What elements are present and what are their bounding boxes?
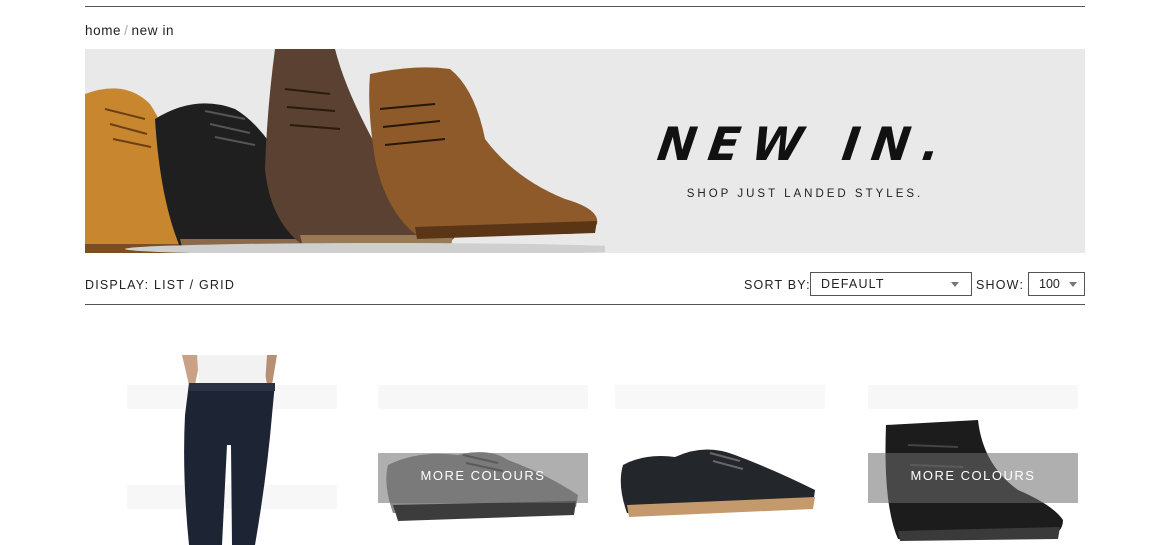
page-content: home / new in NEW IN. SHOP JUST LANDED STY…: [85, 0, 1085, 545]
breadcrumb-separator: /: [124, 23, 129, 38]
top-divider: [85, 6, 1085, 7]
more-colours-overlay[interactable]: MORE COLOURS: [378, 453, 588, 503]
list-view-link[interactable]: LIST: [154, 278, 185, 292]
view-separator: /: [189, 278, 195, 292]
sort-label: SORT BY:: [744, 278, 811, 292]
product-card[interactable]: MORE COLOURS: [378, 355, 588, 545]
product-card[interactable]: [127, 355, 337, 545]
breadcrumb-home-link[interactable]: home: [85, 23, 121, 38]
show-select[interactable]: 100: [1028, 272, 1085, 296]
chevron-down-icon: [1069, 282, 1077, 287]
sort-value: DEFAULT: [821, 277, 885, 291]
show-value: 100: [1039, 277, 1060, 291]
breadcrumb-current: new in: [131, 23, 175, 38]
product-image: [615, 355, 825, 545]
breadcrumb: home / new in: [85, 23, 174, 38]
new-in-banner[interactable]: NEW IN. SHOP JUST LANDED STYLES.: [85, 49, 1085, 253]
grid-view-link[interactable]: GRID: [199, 278, 235, 292]
display-label: DISPLAY:: [85, 278, 150, 292]
product-image: [378, 355, 588, 545]
banner-subtitle: SHOP JUST LANDED STYLES.: [686, 188, 924, 200]
banner-title: NEW IN.: [654, 117, 956, 171]
show-label: SHOW:: [976, 278, 1025, 292]
chevron-down-icon: [951, 282, 959, 287]
product-card[interactable]: MORE COLOURS: [868, 355, 1078, 545]
toolbar-divider: [85, 304, 1085, 305]
sort-select[interactable]: DEFAULT: [810, 272, 972, 296]
product-image: [868, 355, 1078, 545]
display-toggle: DISPLAY: LIST / GRID: [85, 278, 235, 292]
shoes-banner-image: [85, 49, 605, 253]
more-colours-overlay[interactable]: MORE COLOURS: [868, 453, 1078, 503]
listing-toolbar: DISPLAY: LIST / GRID SORT BY: DEFAULT SH…: [85, 272, 1085, 304]
product-card[interactable]: [615, 355, 825, 545]
product-image: [127, 355, 337, 545]
